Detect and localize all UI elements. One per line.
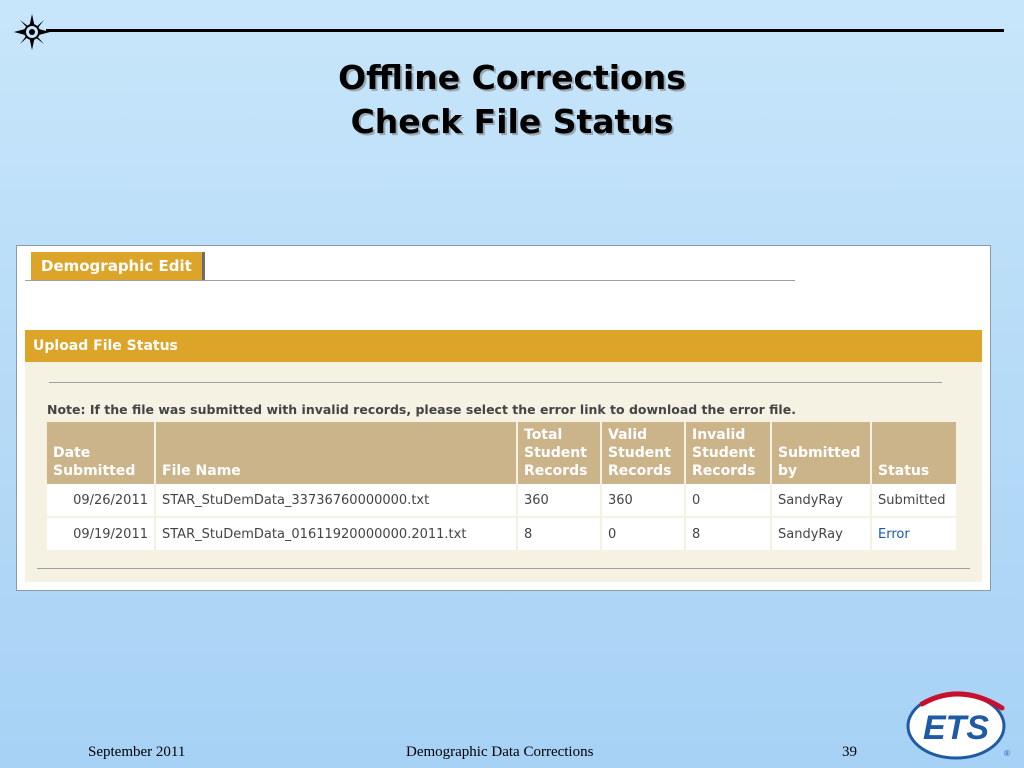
- cell-file-name: STAR_StuDemData_01611920000000.2011.txt: [155, 517, 518, 552]
- slide-title-line-1: Offline Corrections: [338, 58, 686, 97]
- cell-valid-records: 0: [601, 517, 686, 552]
- table-row: 09/26/2011 STAR_StuDemData_3373676000000…: [47, 484, 958, 518]
- footer-date: September 2011: [88, 744, 186, 760]
- slide-title: Offline Corrections Check File Status: [0, 56, 1024, 144]
- cell-total-records: 8: [517, 517, 602, 552]
- cell-total-records: 360: [517, 484, 602, 518]
- ets-logo-text: ETS: [923, 709, 989, 747]
- col-header-submitted-by[interactable]: Submitted by: [771, 422, 872, 484]
- cell-invalid-records: 8: [685, 517, 772, 552]
- col-header-valid-records[interactable]: Valid Student Records: [601, 422, 686, 484]
- upload-status-panel: Note: If the file was submitted with inv…: [25, 362, 982, 582]
- divider: [37, 568, 970, 569]
- divider: [49, 382, 942, 383]
- cell-date: 09/19/2011: [47, 517, 156, 552]
- tab-divider: [25, 280, 795, 281]
- error-link[interactable]: Error: [871, 517, 958, 552]
- cell-date: 09/26/2011: [47, 484, 156, 518]
- tab-demographic-edit[interactable]: Demographic Edit: [31, 252, 205, 281]
- col-header-status[interactable]: Status: [871, 422, 958, 484]
- page-number: 39: [842, 744, 857, 760]
- ets-logo: ETS ®: [906, 691, 1010, 760]
- slide-title-line-2: Check File Status: [350, 102, 674, 141]
- cell-valid-records: 360: [601, 484, 686, 518]
- col-header-invalid-records[interactable]: Invalid Student Records: [685, 422, 772, 484]
- star-compass-icon: [14, 14, 50, 50]
- upload-status-table: Date Submitted File Name Total Student Reco…: [47, 422, 958, 552]
- section-header: Upload File Status: [25, 330, 982, 362]
- app-screenshot: Demographic Edit Upload File Status Note…: [16, 245, 991, 591]
- table-header-row: Date Submitted File Name Total Student Reco…: [47, 422, 958, 484]
- cell-status: Submitted: [871, 484, 958, 518]
- footer-title: Demographic Data Corrections: [406, 744, 594, 760]
- col-header-total-records[interactable]: Total Student Records: [517, 422, 602, 484]
- svg-text:®: ®: [1004, 749, 1010, 758]
- error-note: Note: If the file was submitted with inv…: [47, 402, 796, 417]
- col-header-file-name[interactable]: File Name: [155, 422, 518, 484]
- title-rule: [46, 29, 1004, 32]
- cell-invalid-records: 0: [685, 484, 772, 518]
- cell-file-name: STAR_StuDemData_33736760000000.txt: [155, 484, 518, 518]
- cell-submitted-by: SandyRay: [771, 484, 872, 518]
- cell-submitted-by: SandyRay: [771, 517, 872, 552]
- table-row: 09/19/2011 STAR_StuDemData_0161192000000…: [47, 517, 958, 552]
- col-header-date-submitted[interactable]: Date Submitted: [47, 422, 156, 484]
